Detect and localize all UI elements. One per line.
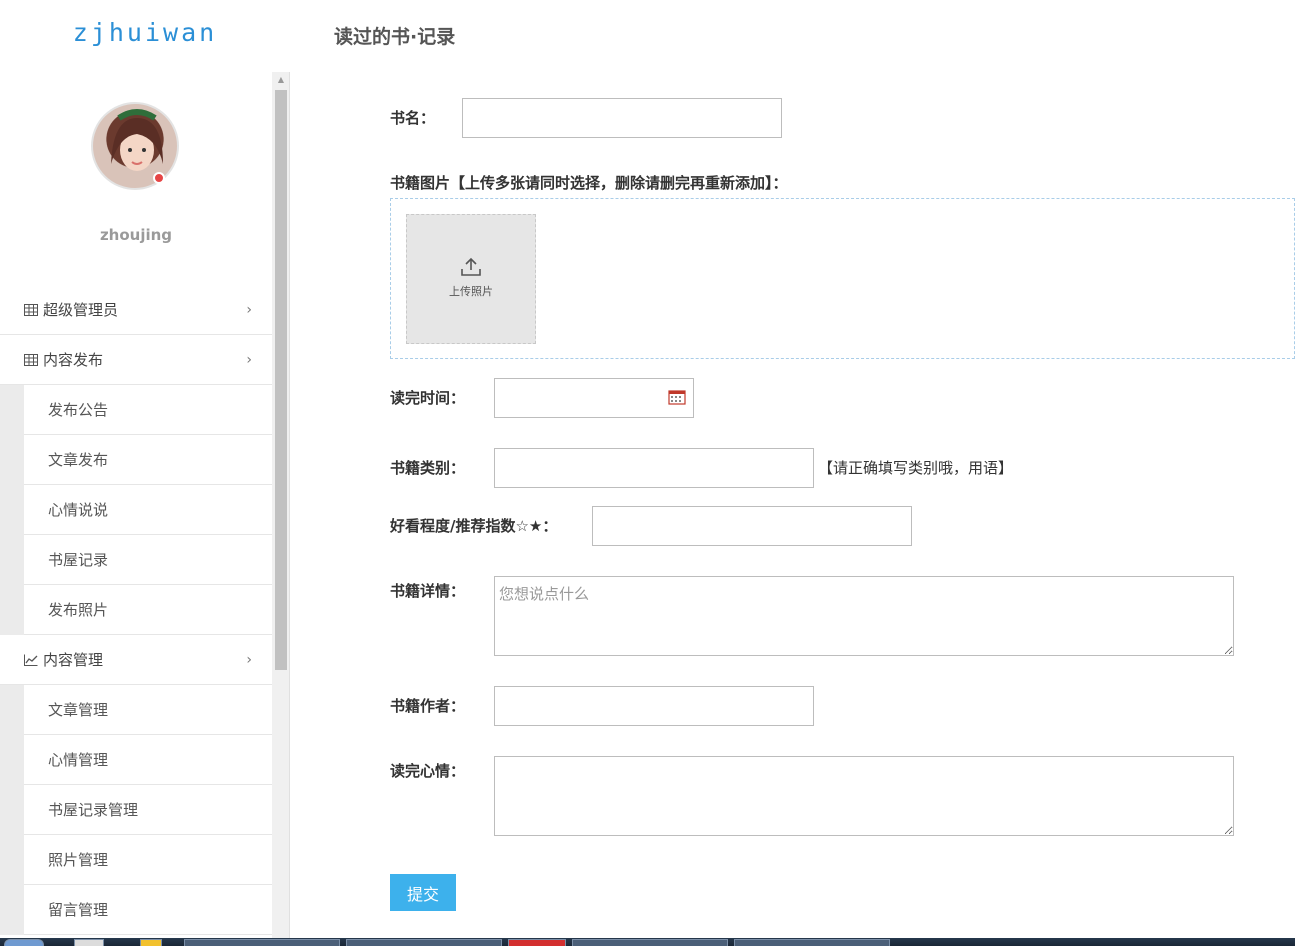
chevron-right-icon: › — [246, 652, 252, 668]
avatar[interactable] — [91, 102, 179, 190]
taskbar-app-icon[interactable] — [140, 939, 162, 946]
category-hint: 【请正确填写类别哦，用语】 — [818, 459, 1014, 477]
sidebar-scrollbar[interactable]: ▲ — [272, 72, 290, 938]
nav-panel: zhoujing 超级管理员 › 内容发布 › 发布公告 文章发布 心情说说 书… — [0, 72, 272, 938]
scroll-up-arrow-icon[interactable]: ▲ — [272, 72, 290, 88]
taskbar-window[interactable] — [346, 939, 502, 946]
upload-photo-button[interactable]: 上传照片 — [406, 214, 536, 344]
details-textarea[interactable] — [494, 576, 1234, 656]
table-icon — [24, 354, 38, 366]
menu-group-label: 内容发布 — [43, 351, 104, 369]
scroll-thumb[interactable] — [275, 90, 287, 670]
menu-group-label: 内容管理 — [43, 651, 104, 669]
menu-item-publish-photo[interactable]: 发布照片 — [24, 585, 272, 635]
upload-icon — [461, 257, 481, 276]
rating-label: 好看程度/推荐指数☆★： — [390, 517, 558, 535]
menu-group-content-manage[interactable]: 内容管理 › — [0, 635, 272, 685]
brand-logo[interactable]: zjhuiwan — [0, 18, 290, 47]
table-icon — [24, 304, 38, 316]
menu-item-book-record-manage[interactable]: 书屋记录管理 — [24, 785, 272, 835]
menu-item-mood-manage[interactable]: 心情管理 — [24, 735, 272, 785]
category-input[interactable] — [494, 448, 814, 488]
upload-zone: 上传照片 — [390, 198, 1295, 359]
menu-group-label: 超级管理员 — [43, 301, 119, 319]
os-taskbar — [0, 938, 1295, 946]
page-title: 读过的书·记录 — [334, 26, 456, 48]
feeling-textarea[interactable] — [494, 756, 1234, 836]
category-label: 书籍类别： — [390, 459, 466, 477]
status-dot — [153, 172, 165, 184]
avatar-portrait — [111, 109, 163, 171]
taskbar-app-icon[interactable] — [74, 939, 104, 946]
line-chart-icon — [24, 654, 38, 666]
sidebar-divider — [289, 72, 290, 938]
feeling-label: 读完心情： — [390, 762, 466, 780]
author-label: 书籍作者： — [390, 697, 466, 715]
menu-item-message-manage[interactable]: 留言管理 — [24, 885, 272, 935]
calendar-icon[interactable] — [668, 389, 686, 405]
taskbar-window[interactable] — [184, 939, 340, 946]
sidebar-menu: 超级管理员 › 内容发布 › 发布公告 文章发布 心情说说 书屋记录 发布照片 — [0, 285, 272, 935]
menu-item-article-manage[interactable]: 文章管理 — [24, 685, 272, 735]
finish-time-input[interactable] — [494, 378, 694, 418]
book-name-label: 书名： — [390, 109, 436, 127]
menu-item-publish-article[interactable]: 文章发布 — [24, 435, 272, 485]
chevron-right-icon: › — [246, 302, 252, 318]
rating-input[interactable] — [592, 506, 912, 546]
sidebar: zjhuiwan zhoujing 超级管理员 › 内容发布 › 发布公告 文章… — [0, 0, 290, 938]
start-button[interactable] — [4, 939, 44, 946]
menu-item-publish-notice[interactable]: 发布公告 — [24, 385, 272, 435]
taskbar-window[interactable] — [508, 939, 566, 946]
upload-photo-label: 上传照片 — [449, 285, 493, 298]
submit-button[interactable]: 提交 — [390, 874, 456, 911]
menu-group-super-admin[interactable]: 超级管理员 › — [0, 285, 272, 335]
menu-group-content-publish[interactable]: 内容发布 › — [0, 335, 272, 385]
menu-item-photo-manage[interactable]: 照片管理 — [24, 835, 272, 885]
details-label: 书籍详情： — [390, 582, 466, 600]
username: zhoujing — [99, 226, 173, 244]
taskbar-window[interactable] — [734, 939, 890, 946]
finish-time-label: 读完时间： — [390, 389, 466, 407]
book-images-label: 书籍图片【上传多张请同时选择，删除请删完再重新添加】： — [390, 174, 788, 192]
author-input[interactable] — [494, 686, 814, 726]
menu-item-mood-post[interactable]: 心情说说 — [24, 485, 272, 535]
taskbar-window[interactable] — [572, 939, 728, 946]
book-name-input[interactable] — [462, 98, 782, 138]
chevron-right-icon: › — [246, 352, 252, 368]
submenu-content-publish: 发布公告 文章发布 心情说说 书屋记录 发布照片 — [0, 385, 272, 635]
submenu-content-manage: 文章管理 心情管理 书屋记录管理 照片管理 留言管理 — [0, 685, 272, 935]
menu-item-book-record[interactable]: 书屋记录 — [24, 535, 272, 585]
